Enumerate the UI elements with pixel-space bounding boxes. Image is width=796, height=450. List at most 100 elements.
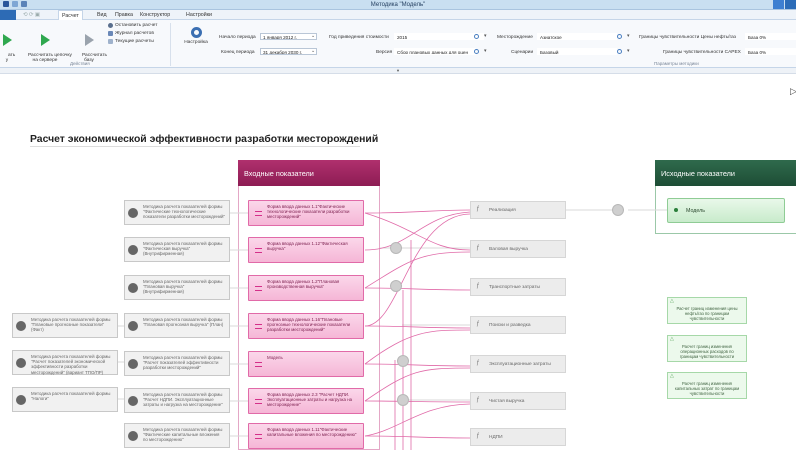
gear-icon (128, 359, 138, 369)
log-label: Журнал расчетов (115, 31, 154, 36)
input-form-item-label: Форма ввода данных 1.16"Плановые прогноз… (267, 317, 351, 333)
sensitivity-note[interactable]: △ Расчет границ изменения капитальных зат… (667, 372, 747, 399)
gear-icon (128, 396, 138, 406)
input-form-item[interactable]: Форма ввода данных 1.12"Фактическая выру… (248, 237, 364, 263)
chevron-down-icon[interactable]: ▾ (484, 48, 487, 54)
input-form-item[interactable]: Форма ввода данных 1.11"Фактические капи… (248, 423, 364, 449)
file-tab[interactable] (0, 10, 16, 20)
indicator-item[interactable]: ƒ Валовая выручка (470, 240, 566, 258)
method-item-label: Методика расчета показателей формы "План… (143, 279, 223, 295)
stop-icon (108, 23, 113, 28)
period-end-field[interactable]: 31 декабря 2030 г. (260, 48, 317, 55)
method-item[interactable]: Методика расчета показателей формы "Расч… (124, 351, 230, 376)
settings-button[interactable]: Настройка (178, 27, 214, 45)
chevron-down-icon[interactable]: ⌄ (311, 33, 315, 39)
method-item[interactable]: Методика расчета показателей формы "План… (124, 313, 230, 338)
input-form-item[interactable]: Модель (248, 351, 364, 377)
version-label: Версия (376, 50, 393, 55)
method-item-label: Методика расчета показателей формы "Нало… (31, 391, 111, 402)
chevron-down-icon[interactable]: ▾ (627, 48, 630, 54)
run-chain-button[interactable]: Рассчитать цепочку на сервере (20, 24, 72, 68)
gear-icon (128, 245, 138, 255)
method-item[interactable]: Методика расчета показателей формы "План… (12, 313, 118, 338)
indicator-item[interactable]: ƒ НДПИ (470, 428, 566, 446)
function-icon: ƒ (476, 360, 480, 366)
sens-capex-label: Границы чувствительности CAPEX (663, 50, 741, 55)
indicator-item-label: Транспортные затраты (489, 285, 540, 290)
search-icon[interactable] (617, 49, 622, 54)
indicator-item[interactable]: ƒ Чистая выручка (470, 392, 566, 410)
warning-icon: △ (670, 336, 674, 342)
indicator-item-label: Чистая выручка (489, 399, 525, 404)
sensitivity-note-label: Расчет границ изменения цены нефть/газ п… (676, 306, 738, 321)
input-form-item[interactable]: Форма ввода данных 2.3 "Расчет НДПИ. Экс… (248, 388, 364, 414)
maximize-button[interactable] (785, 0, 796, 9)
search-icon[interactable] (474, 34, 479, 39)
stop-calc-button[interactable]: Остановить расчет (108, 23, 157, 28)
indicator-item-label: Реализация (489, 208, 516, 213)
method-item[interactable]: Методика расчета показателей формы "План… (124, 275, 230, 300)
indicator-item[interactable]: ƒ Поиски и разведка (470, 316, 566, 334)
scenario-field[interactable]: Базовый (537, 48, 617, 55)
method-item-label: Методика расчета показателей формы "Факт… (143, 427, 223, 443)
form-icon (255, 211, 262, 216)
method-item-label: Методика расчета показателей формы "План… (31, 317, 111, 333)
chevron-down-icon[interactable]: ▾ (627, 33, 630, 39)
indicator-item-label: НДПИ (489, 435, 503, 440)
current-calc-button[interactable]: Текущие расчеты (108, 39, 154, 44)
tab-settings[interactable]: Настройки (186, 12, 212, 18)
minimize-button[interactable] (773, 0, 784, 9)
method-item-label: Методика расчета показателей формы "Расч… (143, 392, 223, 408)
run-button[interactable]: ать у (0, 24, 16, 68)
play-icon (40, 34, 50, 46)
method-item[interactable]: Методика расчета показателей формы "Факт… (124, 237, 230, 262)
function-icon: ƒ (476, 321, 480, 327)
search-icon[interactable] (474, 49, 479, 54)
play-icon (2, 34, 12, 46)
ribbon-collapse-bar[interactable]: ▾ (0, 68, 796, 74)
function-icon: ƒ (476, 206, 480, 212)
group-actions-label: Действия (70, 61, 90, 66)
year-field[interactable]: 2015 (394, 33, 484, 40)
indicator-item[interactable]: ƒ Транспортные затраты (470, 278, 566, 296)
method-item[interactable]: Методика расчета показателей формы "Факт… (124, 200, 230, 225)
sensitivity-note-label: Расчет границ изменения операционных рас… (679, 344, 735, 359)
period-start-field[interactable]: 1 января 2012 г. (260, 33, 317, 40)
version-field[interactable]: Сбор плановых данных для оцен (394, 48, 476, 55)
chevron-down-icon[interactable]: ▾ (484, 33, 487, 39)
page-title: Расчет экономической эффективности разра… (30, 134, 379, 145)
separator (170, 23, 171, 66)
tab-view[interactable]: Вид (97, 12, 107, 18)
sensitivity-note[interactable]: △ Расчет границ изменения операционных ра… (667, 335, 747, 362)
sensitivity-note[interactable]: △ Расчет границ изменения цены нефть/газ … (667, 297, 747, 324)
scenario-label: Сценарии (511, 50, 534, 55)
search-icon[interactable] (617, 34, 622, 39)
method-item[interactable]: Методика расчета показателей формы "Расч… (124, 388, 230, 413)
method-item[interactable]: Методика расчета показателей формы "Факт… (124, 423, 230, 448)
input-column-header: Входные показатели (238, 160, 380, 186)
method-item[interactable]: Методика расчета показателей формы "Нало… (12, 387, 118, 412)
oilfield-field[interactable]: Азиатское (537, 33, 617, 40)
list-icon (108, 39, 113, 44)
sens-oil-field[interactable]: База 0% (745, 33, 796, 40)
settings-label: Настройка (184, 40, 208, 45)
input-form-item[interactable]: Форма ввода данных 1.1"Фактические техно… (248, 200, 364, 226)
method-item-label: Методика расчета показателей формы "Расч… (31, 354, 111, 375)
input-form-item-label: Форма ввода данных 1.12"Фактическая выру… (267, 241, 348, 252)
log-button[interactable]: Журнал расчетов (108, 31, 154, 36)
indicator-item[interactable]: ƒ Реализация (470, 201, 566, 219)
method-item[interactable]: Методика расчета показателей формы "Расч… (12, 350, 118, 375)
tab-edit[interactable]: Правка (115, 12, 133, 18)
input-form-item[interactable]: Форма ввода данных 1.2"Плановая производ… (248, 275, 364, 301)
indicator-item-label: Поиски и разведка (489, 323, 531, 328)
mouse-cursor-icon: ▷ (790, 86, 796, 96)
chevron-down-icon[interactable]: ⌄ (311, 48, 315, 54)
tab-designer[interactable]: Конструктор (140, 12, 170, 18)
sens-capex-field[interactable]: База 0% (745, 48, 796, 55)
run-chain-label: Рассчитать цепочку на сервере (28, 53, 72, 63)
input-form-item[interactable]: Форма ввода данных 1.16"Плановые прогноз… (248, 313, 364, 339)
indicator-item[interactable]: ƒ Эксплуатационные затраты (470, 355, 566, 373)
input-form-item-label: Форма ввода данных 2.3 "Расчет НДПИ. Экс… (267, 392, 353, 408)
source-model-item[interactable]: Модель (667, 198, 785, 223)
run-label: ать у (5, 53, 16, 63)
